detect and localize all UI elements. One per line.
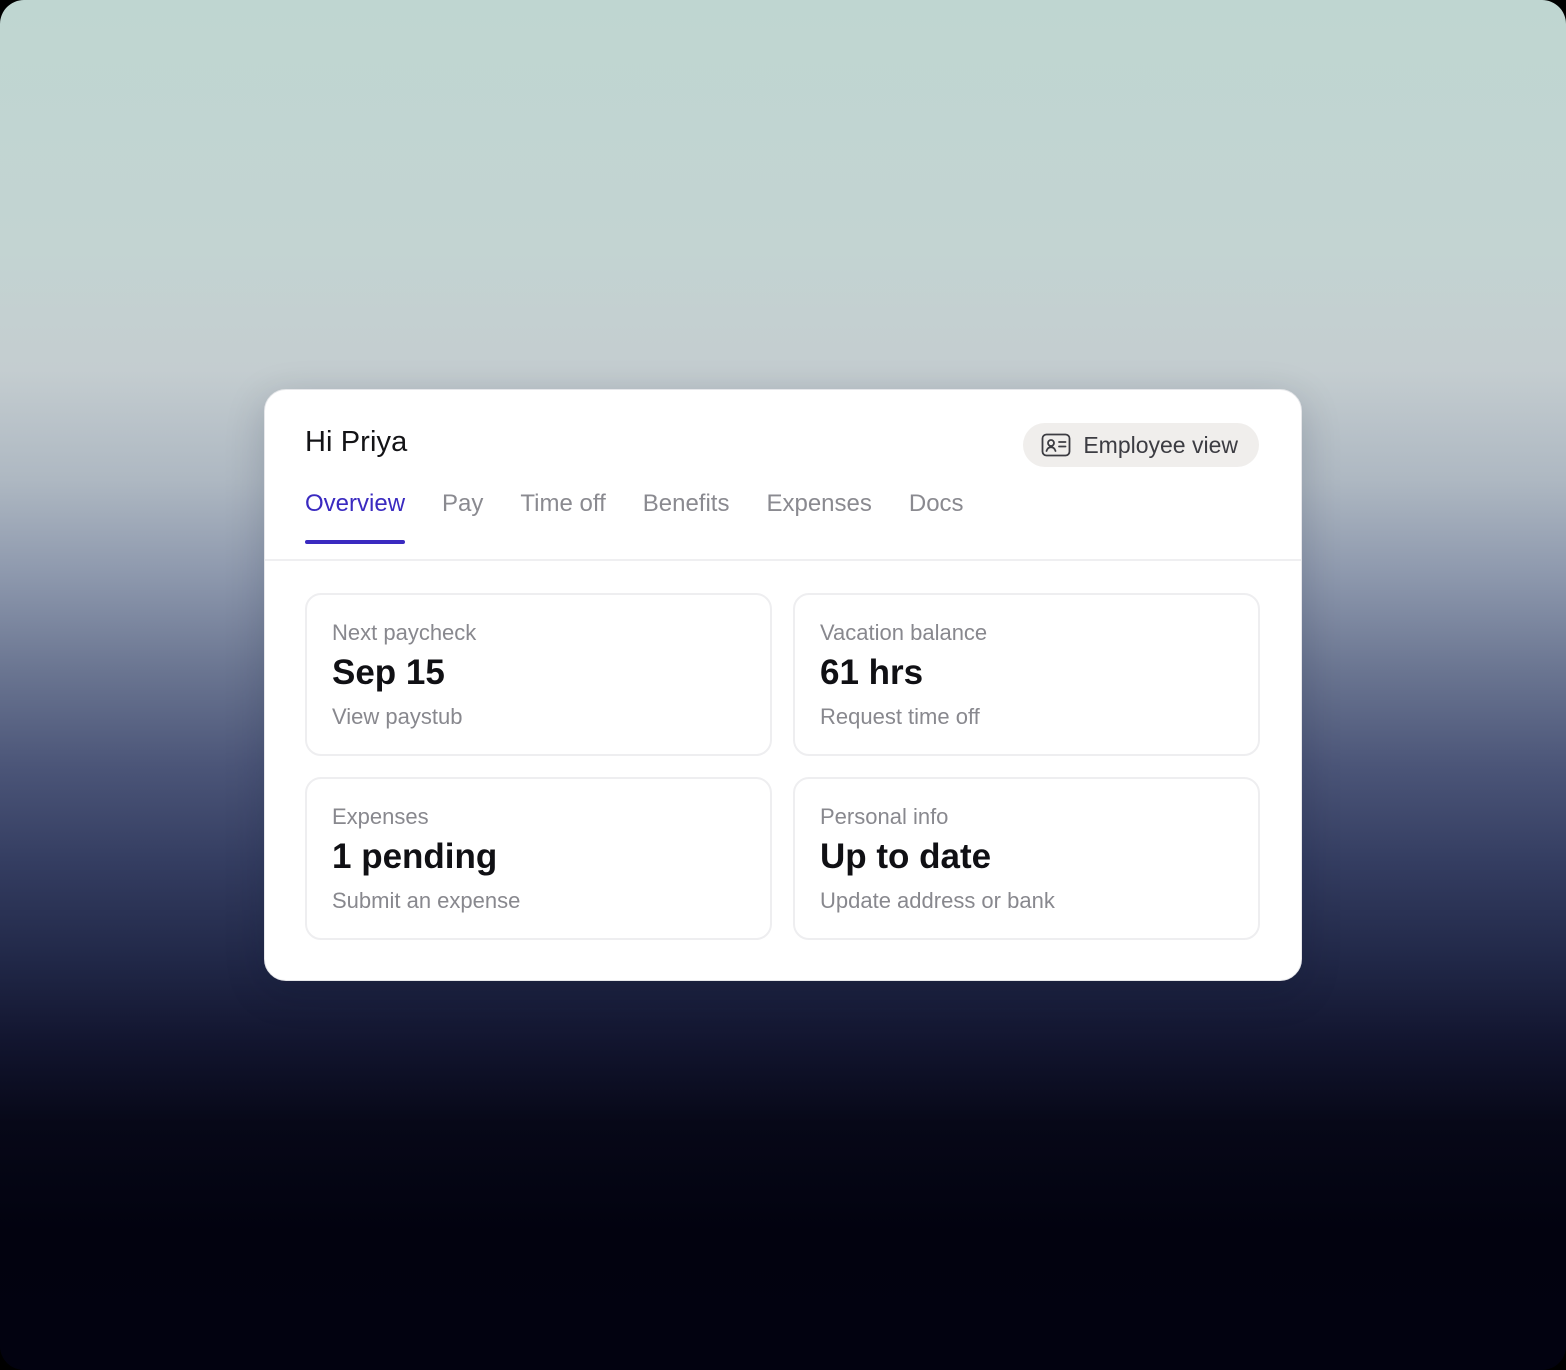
id-card-icon [1041,433,1071,457]
employee-view-button[interactable]: Employee view [1023,423,1259,467]
tab-time-off[interactable]: Time off [520,490,605,544]
next-paycheck-tile[interactable]: Next paycheck Sep 15 View paystub [305,593,772,756]
tile-label: Vacation balance [820,620,988,645]
tab-divider [265,559,1301,561]
tile-value: 61 hrs [820,653,924,692]
tile-value: Up to date [820,837,992,876]
view-paystub-link[interactable]: View paystub [332,703,770,731]
tile-label: Next paycheck [332,620,477,645]
employee-dashboard-card: Hi Priya Employee view Overview Pay Time… [264,389,1302,981]
greeting-title: Hi Priya [305,426,408,458]
employee-view-label: Employee view [1083,431,1238,458]
expenses-tile[interactable]: Expenses 1 pending Submit an expense [305,777,772,940]
tab-expenses[interactable]: Expenses [766,490,871,544]
tile-label: Expenses [332,804,429,829]
personal-info-tile[interactable]: Personal info Up to date Update address … [793,777,1260,940]
submit-expense-link[interactable]: Submit an expense [332,887,770,915]
vacation-balance-tile[interactable]: Vacation balance 61 hrs Request time off [793,593,1260,756]
background: Hi Priya Employee view Overview Pay Time… [0,0,1566,1370]
tab-overview[interactable]: Overview [305,490,406,544]
request-time-off-link[interactable]: Request time off [820,703,1258,731]
tab-benefits[interactable]: Benefits [643,490,730,544]
tab-pay[interactable]: Pay [442,490,483,544]
tile-label: Personal info [820,804,949,829]
tab-docs[interactable]: Docs [909,490,964,544]
tab-bar: Overview Pay Time off Benefits Expenses … [305,490,964,544]
update-address-or-bank-link[interactable]: Update address or bank [820,887,1258,915]
tile-value: Sep 15 [332,653,445,692]
tile-value: 1 pending [332,837,498,876]
